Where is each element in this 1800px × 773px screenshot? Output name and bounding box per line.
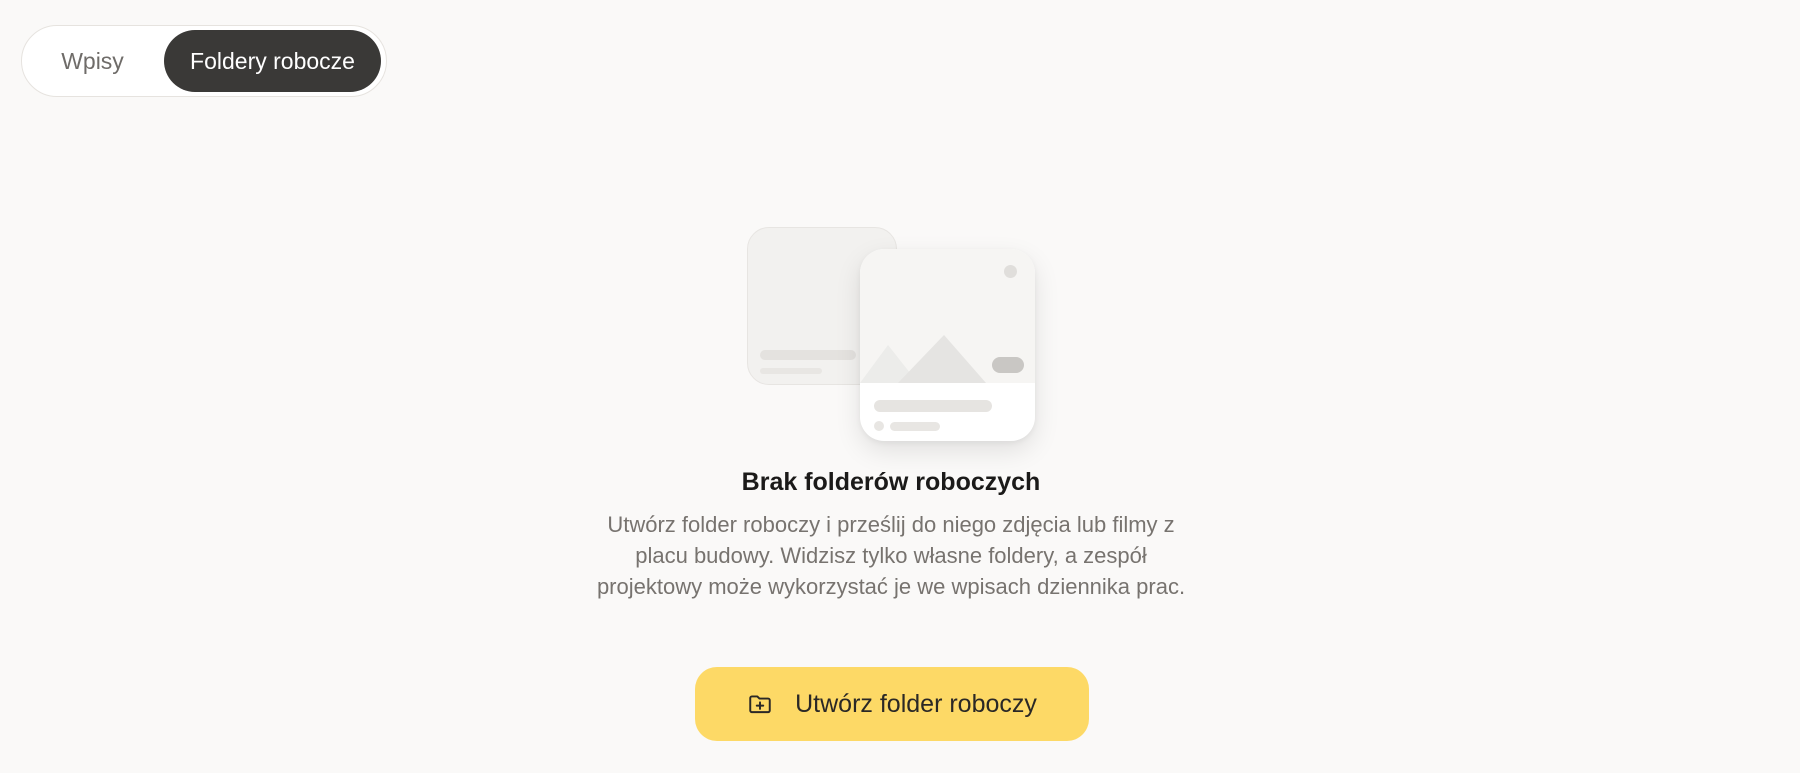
placeholder-line (760, 350, 856, 360)
placeholder-line (874, 400, 992, 412)
folder-plus-icon (749, 695, 771, 714)
placeholder-dot (874, 421, 884, 431)
placeholder-line (890, 422, 940, 431)
create-draft-folder-button[interactable]: Utwórz folder roboczy (695, 667, 1089, 741)
placeholder-line (760, 368, 822, 374)
drafts-page: Wpisy Foldery robocze Brak folderów robo… (0, 0, 1800, 773)
tab-draft-folders[interactable]: Foldery robocze (164, 30, 381, 92)
empty-state-title: Brak folderów roboczych (741, 468, 1041, 496)
front-card-illustration (860, 249, 1035, 441)
empty-state-description: Utwórz folder roboczy i prześlij do nieg… (596, 512, 1186, 599)
empty-state-illustration (745, 225, 1045, 447)
sun-dot (1004, 265, 1017, 278)
create-draft-folder-label: Utwórz folder roboczy (795, 689, 1037, 718)
placeholder-pill (992, 357, 1024, 373)
tab-entries[interactable]: Wpisy (27, 30, 158, 92)
view-switcher: Wpisy Foldery robocze (21, 25, 387, 97)
